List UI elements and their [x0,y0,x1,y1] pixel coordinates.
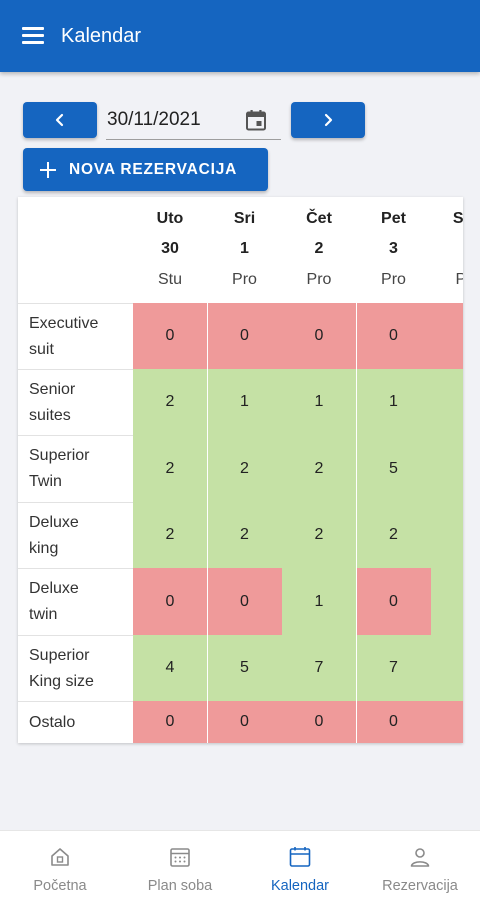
room-type-label: Senior suites [18,369,133,435]
day-number: 30 [161,240,179,257]
chevron-left-icon [55,113,64,127]
room-type-text: Deluxe twin [29,580,79,623]
availability-cell[interactable]: 0 [282,701,356,743]
day-header: Uto 30 Stu [133,197,207,303]
day-number: 3 [389,240,398,257]
room-type-label: Executive suit [18,303,133,369]
date-field[interactable]: 30/11/2021 [106,100,281,140]
availability-cell[interactable]: 0 [356,701,431,743]
availability-cell[interactable]: 5 [207,635,282,701]
availability-cell[interactable]: 0 [133,303,207,369]
new-reservation-label: NOVA REZERVACIJA [69,160,238,178]
availability-cell[interactable]: 1 [431,369,463,435]
table-corner [18,197,133,303]
room-type-label: Deluxe king [18,502,133,568]
availability-cell[interactable]: 0 [207,568,282,635]
room-type-text: Superior King size [29,646,94,690]
availability-cell[interactable]: 5 [356,435,431,502]
calendar-icon [289,847,311,867]
person-icon [410,848,430,867]
previous-day-button[interactable] [23,102,97,138]
availability-cell[interactable]: 2 [431,502,463,568]
nav-item[interactable]: Plan soba [120,831,240,900]
day-number: 4 [431,240,463,258]
availability-cell[interactable]: 2 [282,435,356,502]
availability-cell[interactable]: 1 [356,369,431,435]
availability-cell[interactable]: 0 [356,568,431,635]
nav-label: Početna [33,878,87,894]
app-bar: Kalendar [0,0,480,72]
availability-cell[interactable]: 0 [431,701,463,743]
menu-icon[interactable] [22,27,46,45]
chevron-right-icon [324,113,333,127]
availability-cell[interactable]: 1 [282,369,356,435]
nav-label: Plan soba [147,878,213,894]
grid-calendar-icon [170,848,190,867]
availability-cell[interactable]: 2 [282,502,356,568]
new-reservation-button[interactable]: NOVA REZERVACIJA [23,148,268,191]
availability-table: Uto 30 Stu Sri 1 Pro Čet 2 Pro Pet 3 Pro Sub 4 Pro Exec… [18,197,463,743]
room-type-text: Ostalo [29,713,76,731]
availability-cell[interactable]: 7 [282,635,356,701]
nav-label: Rezervacija [382,878,458,894]
availability-cell[interactable]: 2 [133,435,207,502]
availability-cell[interactable]: 2 [207,435,282,502]
availability-cell[interactable]: 2 [133,369,207,435]
day-name: Sub [452,210,463,227]
availability-cell[interactable]: 0 [431,303,463,369]
day-month: Pro [232,271,257,288]
availability-cell[interactable]: 2 [133,502,207,568]
day-header: Čet 2 Pro [282,197,356,303]
day-name: Sri [233,210,256,227]
availability-cell[interactable]: 2 [207,502,282,568]
availability-cell[interactable]: 0 [133,568,207,635]
availability-cell[interactable]: 1 [431,568,463,635]
room-type-label: Superior Twin [18,435,133,502]
availability-cell[interactable]: 6 [431,435,463,502]
availability-cell[interactable]: 7 [356,635,431,701]
day-number: 2 [314,240,324,257]
availability-cell[interactable]: 0 [282,303,356,369]
day-header: Sri 1 Pro [208,197,282,303]
day-name: Čet [306,210,332,227]
availability-cell[interactable]: 1 [207,369,282,435]
day-month: Pro [381,271,406,288]
nav-label: Kalendar [270,878,330,894]
day-month: Stu [157,271,182,288]
calendar-picker-icon[interactable] [245,109,267,131]
day-month: Pro [306,271,332,288]
plus-icon [40,161,56,178]
room-type-label: Deluxe twin [18,568,133,635]
availability-cell[interactable]: 2 [356,502,431,568]
availability-cell[interactable]: 0 [207,303,282,369]
room-type-text: Deluxe king [29,513,79,557]
availability-cell[interactable]: 7 [431,635,463,701]
day-name: Uto [156,210,184,227]
availability-cell[interactable]: 0 [356,303,431,369]
nav-item[interactable]: Kalendar [240,831,360,900]
availability-cell[interactable]: 1 [282,568,356,635]
availability-cell[interactable]: 0 [207,701,282,743]
room-type-label: Superior King size [18,635,133,701]
date-value[interactable]: 30/11/2021 [107,109,201,131]
home-icon [51,848,69,866]
bottom-navigation: Početna Plan soba Kalendar Rezervacija [0,830,480,900]
room-type-text: Superior Twin [29,447,90,490]
room-type-label: Ostalo [18,701,133,743]
page-title: Kalendar [61,24,142,47]
nav-item[interactable]: Rezervacija [360,831,480,900]
day-header: Sub 4 Pro [431,197,463,303]
room-type-text: Executive suit [29,314,99,358]
day-header: Pet 3 Pro [357,197,431,303]
next-day-button[interactable] [291,102,365,138]
day-number: 1 [240,240,249,257]
availability-cell[interactable]: 4 [133,635,207,701]
day-name: Pet [381,210,406,227]
room-type-text: Senior suites [29,380,76,424]
availability-cell[interactable]: 0 [133,701,207,743]
day-month: Pro [455,271,463,288]
nav-item[interactable]: Početna [0,831,120,900]
